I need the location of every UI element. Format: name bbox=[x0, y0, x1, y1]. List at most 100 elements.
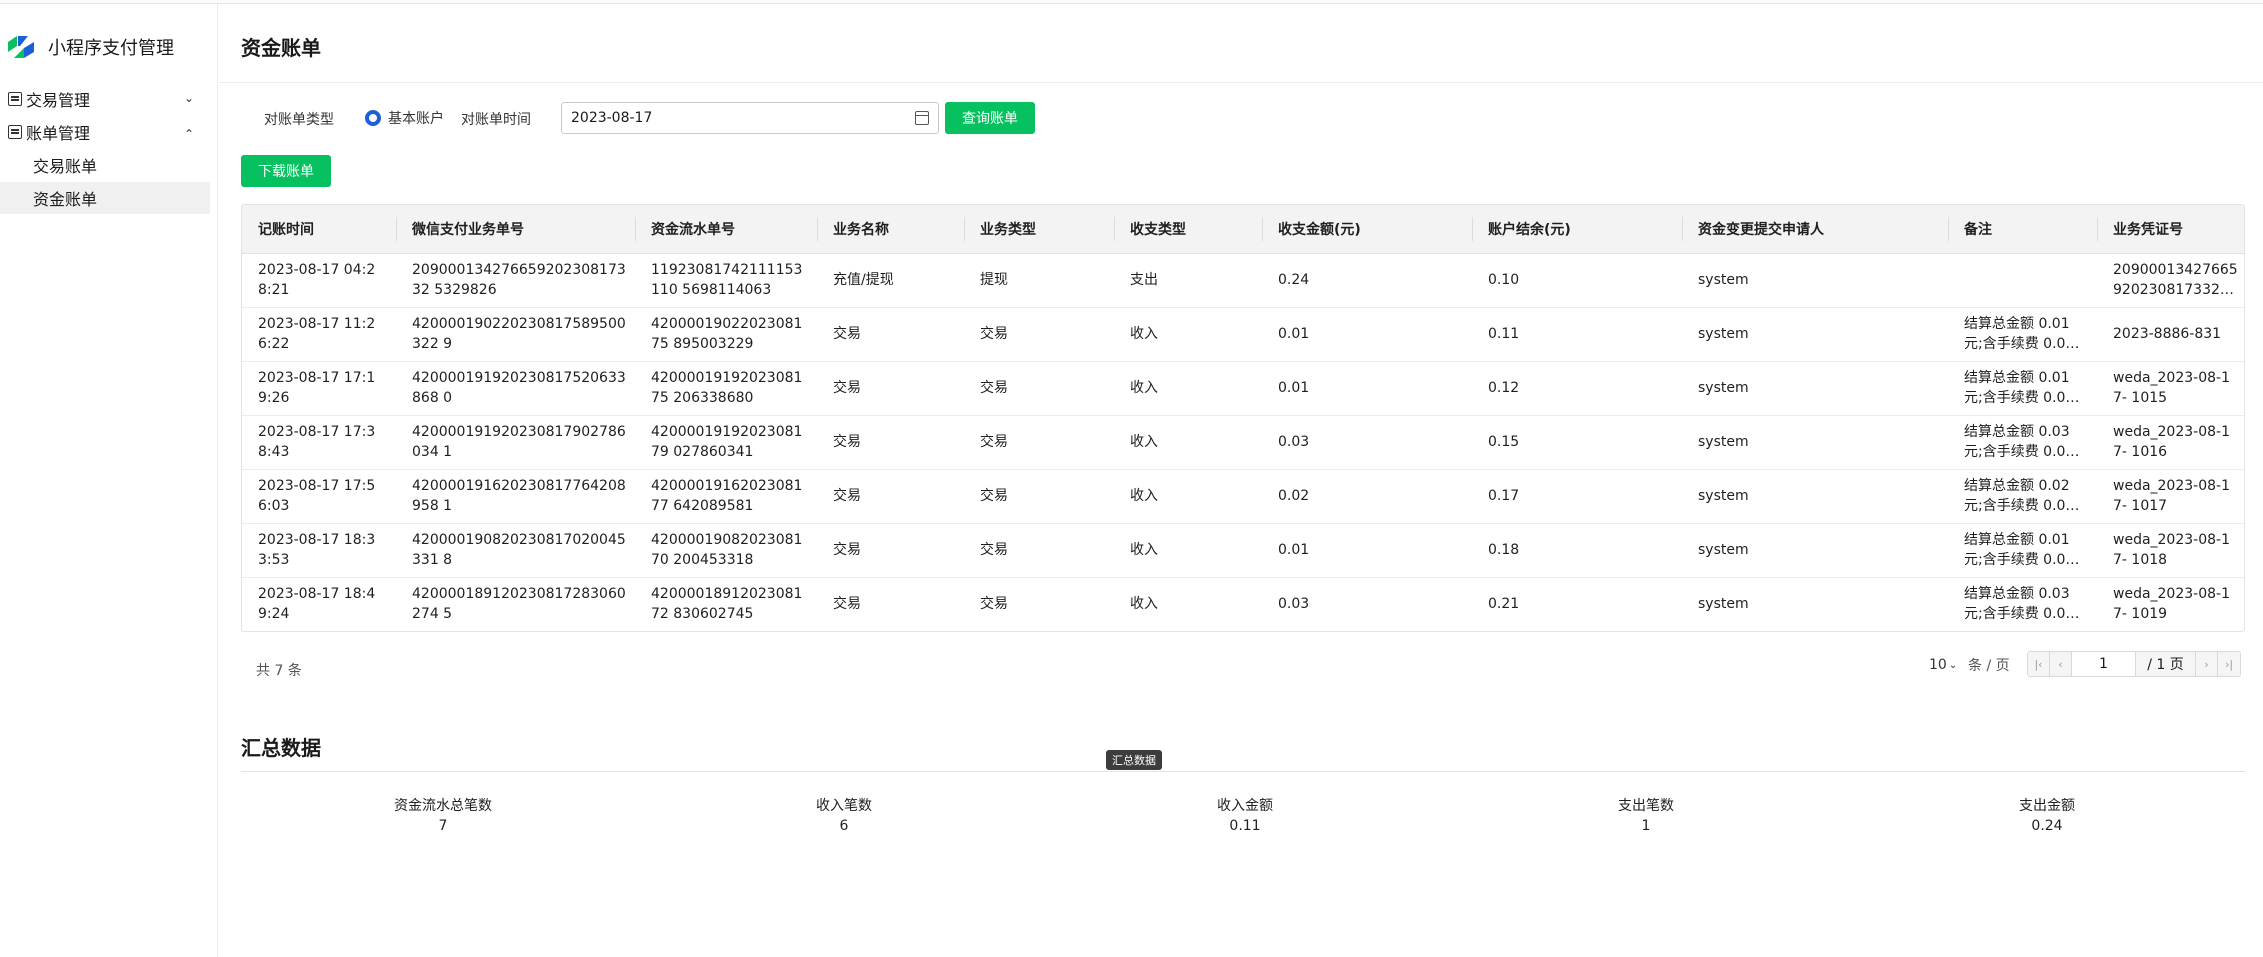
col-fund-flow-no-cell: 4200001891202308172 830602745 bbox=[635, 577, 817, 631]
col-business-type-header: 业务类型 bbox=[964, 205, 1114, 254]
cell-text: 4200001919202308179 027860341 bbox=[651, 424, 803, 460]
chevron-down-icon: ⌄ bbox=[183, 91, 194, 105]
col-business-type-cell: 交易 bbox=[964, 307, 1114, 362]
stat-expense-count: 支出笔数 1 bbox=[1546, 796, 1746, 836]
cell-text: 0.17 bbox=[1488, 488, 1520, 504]
cell-text: 0.11 bbox=[1488, 326, 1520, 342]
col-applicant-cell: system bbox=[1682, 253, 1948, 308]
cell-text: 20900013427665920230817332 5329826 bbox=[412, 262, 626, 298]
query-bill-button[interactable]: 查询账单 bbox=[945, 102, 1035, 134]
sidebar-item-trade-bill[interactable]: 交易账单 bbox=[0, 149, 210, 181]
radio-label: 基本账户 bbox=[388, 111, 444, 127]
cell-text: 交易 bbox=[833, 326, 861, 342]
col-applicant-cell: system bbox=[1682, 469, 1948, 524]
cell-text: 支出 bbox=[1130, 272, 1158, 288]
col-income-expense-type-cell: 收入 bbox=[1114, 415, 1262, 470]
col-amount-cell: 0.03 bbox=[1262, 577, 1472, 631]
col-income-expense-type-cell: 收入 bbox=[1114, 469, 1262, 524]
table-row: 2023-08-17 17:38:43 420000191920230817902… bbox=[242, 415, 2244, 470]
cell-text: weda_2023-08-17- 1016 bbox=[2113, 424, 2230, 460]
cell-text: weda_2023-08-17- 1018 bbox=[2113, 532, 2230, 568]
cell-text: system bbox=[1698, 380, 1749, 396]
col-remark-cell: 结算总金额 0.01 元;含手续费 0.0… bbox=[1948, 307, 2097, 362]
cell-text: 0.21 bbox=[1488, 596, 1520, 613]
nav-bill-management[interactable]: 账单管理 ⌃ bbox=[0, 116, 210, 148]
col-business-name-header: 业务名称 bbox=[817, 205, 964, 254]
first-page-icon[interactable]: |‹ bbox=[2028, 652, 2050, 676]
col-balance-cell: 0.15 bbox=[1472, 415, 1682, 470]
cell-text: 2023-08-17 11:26:22 bbox=[258, 316, 376, 352]
cell-text: 4200001908202308170 200453318 bbox=[651, 532, 803, 568]
col-income-expense-type-cell: 收入 bbox=[1114, 577, 1262, 631]
cell-text: 交易 bbox=[833, 488, 861, 504]
col-record-time-cell: 2023-08-17 18:49:24 bbox=[242, 577, 396, 631]
cell-text: 420000190220230817589500322 9 bbox=[412, 316, 626, 352]
sidebar-item-fund-bill[interactable]: 资金账单 bbox=[0, 182, 210, 214]
cell-text: 420000191920230817520633868 0 bbox=[412, 370, 626, 406]
col-remark-cell bbox=[1948, 253, 2097, 308]
cell-text: 0.12 bbox=[1488, 380, 1520, 396]
col-record-time-cell: 2023-08-17 17:38:43 bbox=[242, 415, 396, 470]
radio-checked-icon[interactable] bbox=[365, 110, 381, 126]
stat-value: 0.24 bbox=[2031, 818, 2063, 834]
col-business-name-cell: 交易 bbox=[817, 577, 964, 631]
last-page-icon[interactable]: ›| bbox=[2218, 652, 2240, 676]
col-record-time-cell: 2023-08-17 17:56:03 bbox=[242, 469, 396, 524]
cell-text: 交易 bbox=[980, 326, 1008, 342]
col-wechat-order-no-cell: 420000190220230817589500322 9 bbox=[396, 307, 635, 362]
cell-text: 交易 bbox=[980, 434, 1008, 450]
stat-expense-amount: 支出金额 0.24 bbox=[1947, 796, 2147, 836]
cell-text: 420000189120230817283060274 5 bbox=[412, 586, 626, 623]
col-income-expense-type-cell: 支出 bbox=[1114, 253, 1262, 308]
bill-date-input[interactable]: 2023-08-17 bbox=[561, 102, 939, 134]
col-wechat-order-no-cell: 420000191920230817902786034 1 bbox=[396, 415, 635, 470]
col-remark-header: 备注 bbox=[1948, 205, 2097, 254]
page-size-select[interactable]: 10 ⌄ bbox=[1929, 652, 1957, 678]
col-business-name-cell: 交易 bbox=[817, 361, 964, 416]
cell-text: 4200001902202308175 895003229 bbox=[651, 316, 803, 352]
cell-text: 结算总金额 0.01 元;含手续费 0.0… bbox=[1964, 316, 2080, 352]
col-fund-flow-no-cell: 4200001919202308175 206338680 bbox=[635, 361, 817, 416]
cell-text: 充值/提现 bbox=[833, 272, 894, 288]
cell-text: 420000190820230817020045331 8 bbox=[412, 532, 626, 568]
total-pages: / 1 页 bbox=[2136, 652, 2196, 676]
next-page-icon[interactable]: › bbox=[2196, 652, 2218, 676]
col-remark-cell: 结算总金额 0.03 元;含手续费 0.0… bbox=[1948, 577, 2097, 631]
download-bill-button[interactable]: 下载账单 bbox=[241, 155, 331, 187]
col-applicant-cell: system bbox=[1682, 361, 1948, 416]
col-balance-header: 账户结余(元) bbox=[1472, 205, 1682, 254]
col-fund-flow-no-header: 资金流水单号 bbox=[635, 205, 817, 254]
total-count: 共 7 条 bbox=[256, 663, 302, 679]
cell-text: 0.01 bbox=[1278, 542, 1310, 558]
nav-trade-management[interactable]: 交易管理 ⌄ bbox=[0, 83, 210, 115]
col-amount-cell: 0.01 bbox=[1262, 361, 1472, 416]
prev-page-icon[interactable]: ‹ bbox=[2050, 652, 2072, 676]
stat-value: 0.11 bbox=[1229, 818, 1261, 834]
col-amount-cell: 0.01 bbox=[1262, 307, 1472, 362]
cell-text: 结算总金额 0.03 元;含手续费 0.0… bbox=[1964, 424, 2080, 460]
cell-text: 0.01 bbox=[1278, 380, 1310, 396]
stat-value: 6 bbox=[839, 818, 849, 834]
table-row: 2023-08-17 17:19:26 420000191920230817520… bbox=[242, 361, 2244, 416]
col-balance-cell: 0.18 bbox=[1472, 523, 1682, 578]
cell-text: 0.03 bbox=[1278, 596, 1310, 613]
pagination-controls: |‹ ‹ 1 / 1 页 › ›| bbox=[2027, 651, 2241, 677]
summary-title: 汇总数据 bbox=[241, 736, 321, 760]
col-wechat-order-no-cell: 420000191920230817520633868 0 bbox=[396, 361, 635, 416]
col-business-type-cell: 交易 bbox=[964, 361, 1114, 416]
cell-text: 4200001891202308172 830602745 bbox=[651, 586, 803, 623]
cell-text: 2023-08-17 18:33:53 bbox=[258, 532, 376, 568]
summary-divider bbox=[241, 771, 2245, 772]
cell-text: 0.01 bbox=[1278, 326, 1310, 342]
sidebar: 小程序支付管理 交易管理 ⌄ 账单管理 ⌃ 交易账单 资金账单 bbox=[0, 4, 218, 957]
bill-type-radio[interactable]: 基本账户 bbox=[365, 108, 444, 128]
calendar-icon[interactable] bbox=[915, 111, 929, 125]
col-voucher-no-header: 业务凭证号 bbox=[2097, 205, 2244, 254]
col-applicant-header: 资金变更提交申请人 bbox=[1682, 205, 1948, 254]
page-number-input[interactable]: 1 bbox=[2072, 652, 2136, 676]
cell-text: system bbox=[1698, 596, 1749, 613]
cell-text: 结算总金额 0.03 元;含手续费 0.0… bbox=[1964, 586, 2080, 623]
stat-value: 7 bbox=[438, 818, 448, 834]
cell-text: system bbox=[1698, 272, 1749, 288]
cell-text: 收入 bbox=[1130, 488, 1158, 504]
